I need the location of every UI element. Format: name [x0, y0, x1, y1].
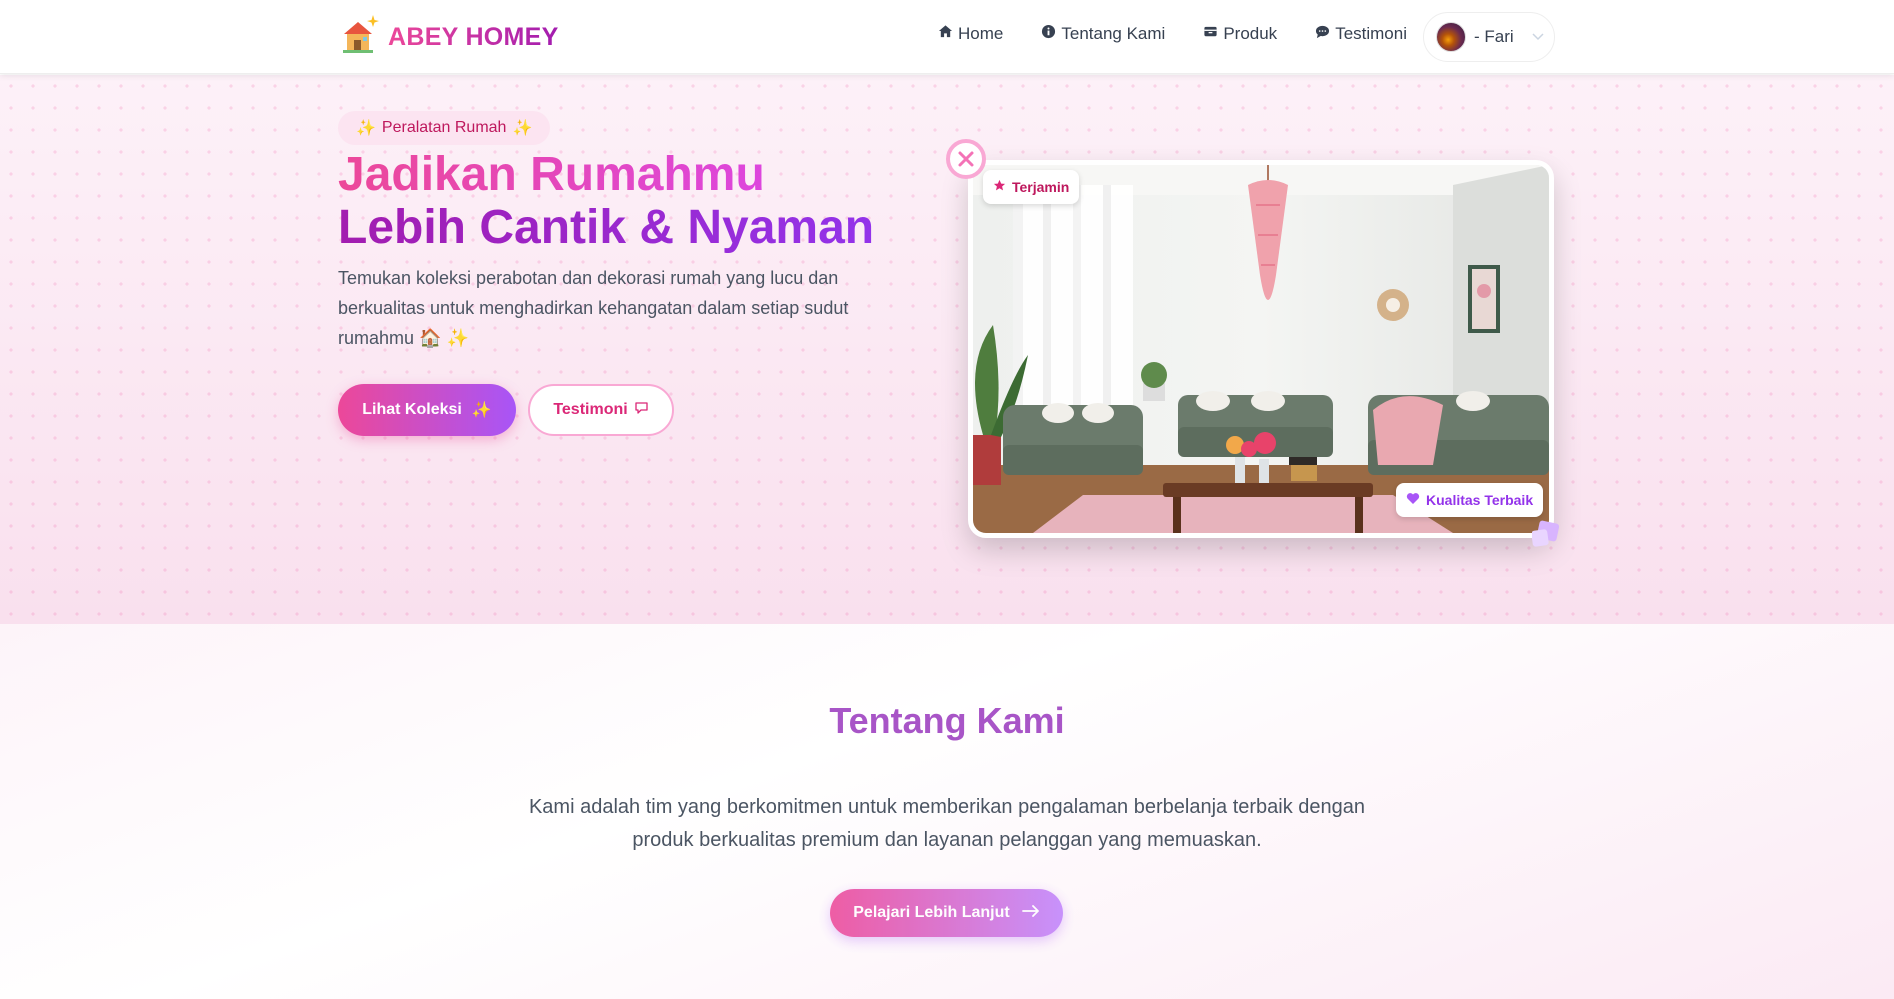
house-sparkle-icon — [340, 12, 380, 56]
star-icon — [993, 179, 1006, 195]
nav-testimoni-label: Testimoni — [1335, 24, 1407, 43]
hero-description: Temukan koleksi perabotan dan dekorasi r… — [338, 263, 878, 353]
about-text: Kami adalah tim yang berkomitmen untuk m… — [528, 796, 1366, 851]
avatar — [1436, 22, 1466, 52]
about-title: Tentang Kami — [829, 700, 1065, 741]
hero-title: Jadikan Rumahmu Lebih Cantik & Nyaman — [338, 148, 874, 254]
navbar: ABEY HOMEY Home Tentang Kami Produk Test… — [0, 0, 1894, 74]
pelajari-lebih-lanjut-button[interactable]: Pelajari Lebih Lanjut — [830, 889, 1063, 937]
nav-produk-label: Produk — [1223, 24, 1278, 43]
chat-icon — [1315, 24, 1330, 44]
nav-tentang-kami-label: Tentang Kami — [1061, 24, 1166, 43]
house-icon: 🏠 — [419, 328, 442, 348]
brand-name: ABEY HOMEY — [388, 22, 559, 51]
terjamin-label: Terjamin — [1012, 179, 1070, 195]
pelajari-lebih-lanjut-label: Pelajari Lebih Lanjut — [853, 904, 1010, 921]
lihat-koleksi-label: Lihat Koleksi — [362, 401, 462, 418]
hero-badge-label: Peralatan Rumah — [381, 119, 507, 136]
kualitas-terbaik-tag: Kualitas Terbaik — [1396, 483, 1544, 517]
decorative-square-icon — [1531, 520, 1562, 548]
hero-badge: ✨ Peralatan Rumah ✨ — [338, 111, 551, 145]
sparkle-icon: ✨ — [512, 120, 533, 137]
info-icon — [1041, 24, 1056, 44]
close-icon[interactable] — [946, 139, 986, 179]
brand-logo-link[interactable]: ABEY HOMEY — [340, 12, 559, 56]
heart-icon — [1406, 492, 1420, 508]
sparkle-icon: ✨ — [446, 328, 469, 348]
nav-links: Home Tentang Kami Produk Testimoni — [938, 24, 1407, 44]
testimoni-button[interactable]: Testimoni — [528, 384, 674, 436]
hero-description-text: Temukan koleksi perabotan dan dekorasi r… — [338, 268, 849, 348]
nav-home[interactable]: Home — [938, 24, 1003, 44]
chevron-down-icon — [1522, 28, 1544, 46]
hero-title-line1: Jadikan Rumahmu — [338, 148, 874, 201]
home-icon — [938, 24, 953, 44]
hero-title-line2: Lebih Cantik & Nyaman — [338, 201, 875, 254]
nav-produk[interactable]: Produk — [1203, 24, 1277, 44]
user-name: - Fari — [1474, 27, 1514, 46]
nav-testimoni[interactable]: Testimoni — [1315, 24, 1407, 44]
terjamin-tag: Terjamin — [983, 170, 1080, 204]
arrow-right-icon — [1021, 904, 1040, 922]
comment-icon — [634, 401, 649, 420]
nav-home-label: Home — [958, 24, 1004, 43]
box-icon — [1203, 24, 1218, 44]
user-menu[interactable]: - Fari — [1423, 12, 1555, 62]
nav-tentang-kami[interactable]: Tentang Kami — [1041, 24, 1165, 44]
kualitas-terbaik-label: Kualitas Terbaik — [1426, 492, 1534, 508]
lihat-koleksi-button[interactable]: Lihat Koleksi ✨ — [338, 384, 516, 436]
hero-image — [968, 160, 1554, 538]
sparkle-icon: ✨ — [471, 402, 492, 419]
sparkle-icon: ✨ — [356, 120, 376, 137]
testimoni-button-label: Testimoni — [553, 401, 628, 418]
